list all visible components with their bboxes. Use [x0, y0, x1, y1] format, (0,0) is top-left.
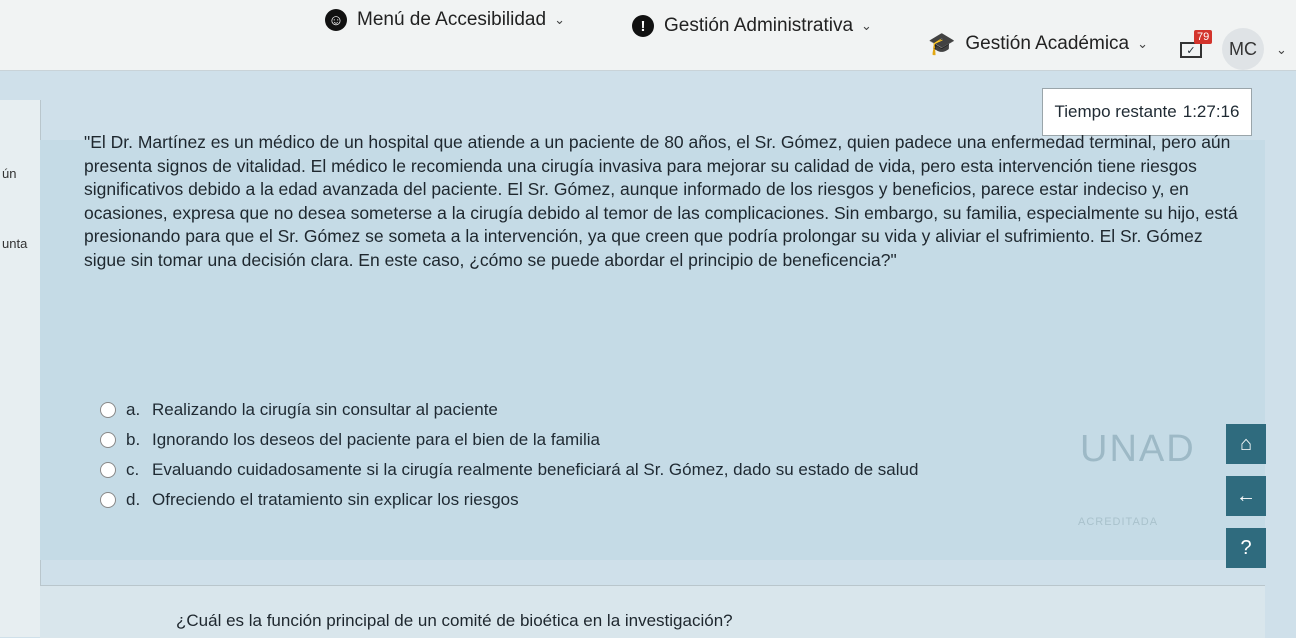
chevron-down-icon[interactable]: ⌄ [1276, 42, 1287, 58]
user-avatar[interactable]: MC [1222, 28, 1264, 70]
answer-letter: c. [126, 460, 140, 479]
side-actions: ⌂ ← ? [1226, 424, 1266, 580]
answer-option-c[interactable]: c. Evaluando cuidadosamente si la cirugí… [100, 455, 1080, 485]
top-navigation-bar: ☺ Menú de Accesibilidad ⌄ ! Gestión Admi… [0, 0, 1296, 71]
question-navigation-strip: ún unta [0, 100, 41, 637]
answer-letter: d. [126, 490, 141, 509]
academic-menu[interactable]: 🎓 Gestión Académica ⌄ [928, 24, 1148, 64]
help-icon: ? [1240, 536, 1252, 559]
admin-menu-label: Gestión Administrativa [664, 15, 854, 36]
radio-button[interactable] [100, 402, 116, 418]
back-button[interactable]: ← [1226, 476, 1266, 516]
radio-button[interactable] [100, 462, 116, 478]
logo-text: UNAD [1080, 428, 1196, 470]
radio-button[interactable] [100, 432, 116, 448]
answer-options: a. Realizando la cirugía sin consultar a… [100, 395, 1080, 515]
academic-menu-label: Gestión Académica [965, 33, 1130, 54]
unad-watermark: UNAD ACREDITADA [1068, 420, 1208, 540]
answer-option-b[interactable]: b. Ignorando los deseos del paciente par… [100, 425, 1080, 455]
chevron-down-icon: ⌄ [861, 18, 872, 33]
alert-icon: ! [632, 15, 654, 37]
timer-value: 1:27:16 [1182, 102, 1240, 121]
chevron-down-icon: ⌄ [554, 12, 565, 27]
answer-option-d[interactable]: d. Ofreciendo el tratamiento sin explica… [100, 485, 1080, 515]
mail-icon: ✓ [1180, 42, 1202, 58]
accessibility-menu[interactable]: ☺ Menú de Accesibilidad ⌄ [325, 0, 565, 40]
answer-letter: a. [126, 400, 141, 419]
answer-text: Evaluando cuidadosamente si la cirugía r… [152, 460, 919, 479]
answer-letter: b. [126, 430, 141, 449]
chevron-down-icon: ⌄ [1137, 36, 1149, 51]
accessibility-menu-label: Menú de Accesibilidad [357, 9, 547, 30]
graduation-cap-icon: 🎓 [928, 31, 956, 56]
answer-option-a[interactable]: a. Realizando la cirugía sin consultar a… [100, 395, 1080, 425]
messages-button[interactable]: ✓ 79 [1178, 30, 1214, 62]
answer-text: Realizando la cirugía sin consultar al p… [152, 400, 498, 419]
back-arrow-icon: ← [1236, 484, 1256, 507]
home-button[interactable]: ⌂ [1226, 424, 1266, 464]
answer-text: Ofreciendo el tratamiento sin explicar l… [152, 490, 519, 509]
strip-fragment: ún [2, 166, 17, 181]
strip-fragment: unta [2, 236, 28, 251]
messages-count-badge: 79 [1194, 30, 1213, 44]
answer-text: Ignorando los deseos del paciente para e… [152, 430, 600, 449]
home-icon: ⌂ [1239, 432, 1253, 455]
logo-subtitle: ACREDITADA [1078, 516, 1159, 528]
next-question-text: ¿Cuál es la función principal de un comi… [176, 611, 733, 630]
timer-label: Tiempo restante [1054, 102, 1177, 121]
admin-menu[interactable]: ! Gestión Administrativa ⌄ [632, 6, 872, 46]
accessibility-icon: ☺ [325, 9, 347, 31]
question-text: "El Dr. Martínez es un médico de un hosp… [84, 132, 1238, 270]
radio-button[interactable] [100, 492, 116, 508]
time-remaining: Tiempo restante 1:27:16 [1042, 88, 1252, 136]
help-button[interactable]: ? [1226, 528, 1266, 568]
